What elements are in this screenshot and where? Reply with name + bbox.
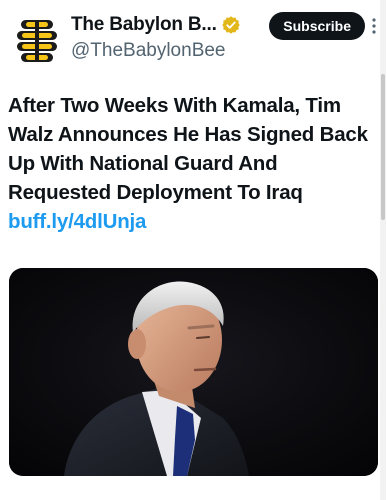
- tweet-body: After Two Weeks With Kamala, Tim Walz An…: [8, 94, 368, 204]
- tweet-photo[interactable]: [9, 268, 378, 476]
- more-options-icon[interactable]: [367, 14, 381, 38]
- subscribe-button[interactable]: Subscribe: [269, 12, 365, 40]
- scrollbar[interactable]: [380, 0, 386, 500]
- gold-verified-badge-icon: [221, 15, 241, 35]
- account-display-name[interactable]: The Babylon B...: [71, 14, 217, 36]
- tweet-text: After Two Weeks With Kamala, Tim Walz An…: [8, 91, 378, 236]
- scrollbar-thumb[interactable]: [381, 74, 385, 220]
- tweet-link[interactable]: buff.ly/4dlUnja: [8, 210, 146, 233]
- account-handle[interactable]: @TheBabylonBee: [71, 40, 226, 62]
- babylon-bee-logo-icon[interactable]: [12, 16, 62, 66]
- account-name-row[interactable]: The Babylon B...: [71, 14, 241, 36]
- tweet-header: The Babylon B... @TheBabylonBee Subscrib…: [8, 10, 379, 68]
